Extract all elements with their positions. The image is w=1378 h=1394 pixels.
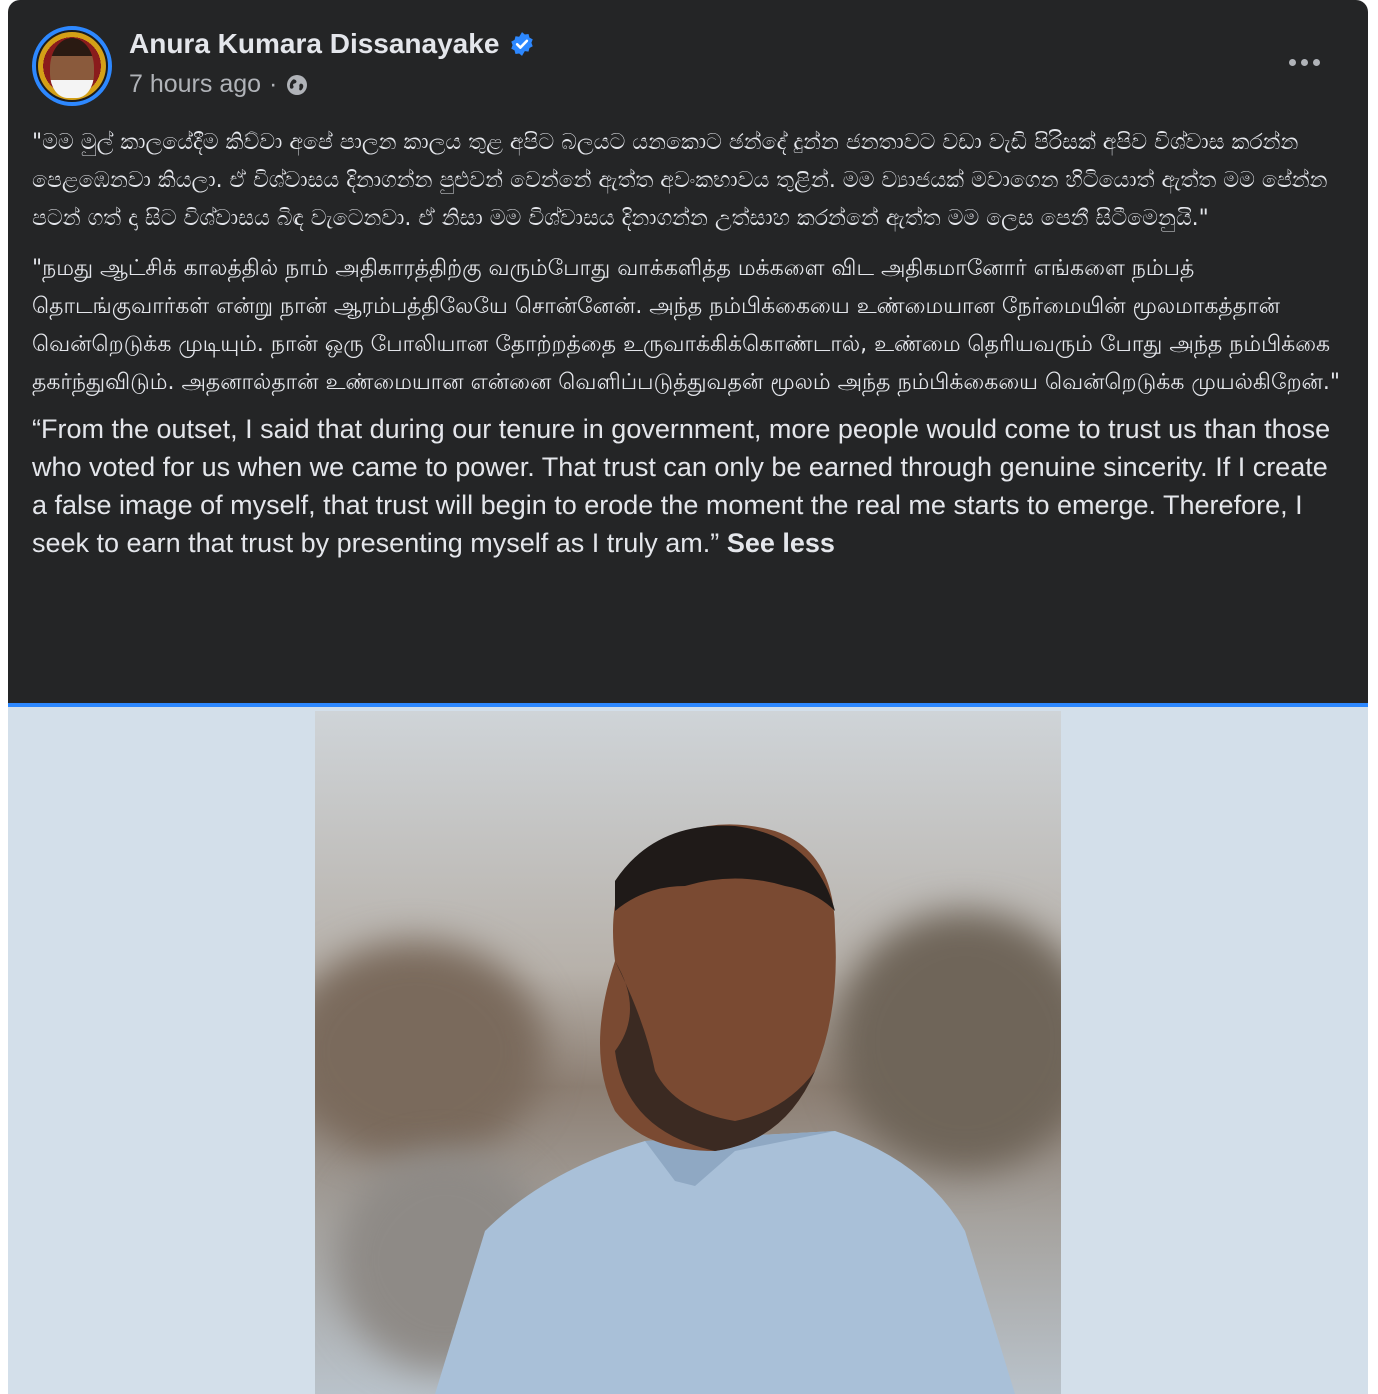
more-options-button[interactable] (1280, 44, 1328, 80)
more-options-icon-dot (1312, 58, 1320, 66)
post-media-container (8, 707, 1368, 1394)
more-options-icon-dot (1300, 58, 1308, 66)
verified-badge-icon (511, 32, 534, 56)
post-card: Anura Kumara Dissanayake 7 hours ago · "… (8, 0, 1368, 1394)
more-options-icon-dot (1288, 58, 1296, 66)
author-avatar[interactable] (32, 26, 112, 106)
photo-subject-silhouette (435, 824, 1015, 1394)
author-name-row: Anura Kumara Dissanayake (129, 28, 535, 60)
see-less-button[interactable]: See less (727, 528, 835, 558)
post-text-english: “From the outset, I said that during our… (32, 414, 1331, 558)
post-text-english-paragraph: “From the outset, I said that during our… (32, 410, 1348, 562)
meta-separator: · (269, 70, 278, 98)
globe-icon[interactable] (285, 73, 309, 97)
post-header: Anura Kumara Dissanayake 7 hours ago · (8, 0, 1368, 110)
post-text-sinhala: "මම මුල් කාලයේදීම කිව්වා අපේ පාලන කාලය ත… (32, 130, 1328, 231)
post-text-tamil: "நமது ஆட்சிக் காலத்தில் நாம் அதிகாரத்திற… (32, 256, 1341, 395)
post-meta: 7 hours ago · (129, 70, 309, 99)
post-message: "මම මුල් කාලයේදීම කිව්වා අපේ පාලන කාලය ත… (32, 124, 1348, 562)
post-photo[interactable] (315, 711, 1061, 1394)
avatar-portrait (50, 38, 94, 98)
author-name[interactable]: Anura Kumara Dissanayake (129, 28, 499, 60)
post-timestamp[interactable]: 7 hours ago (129, 70, 261, 99)
